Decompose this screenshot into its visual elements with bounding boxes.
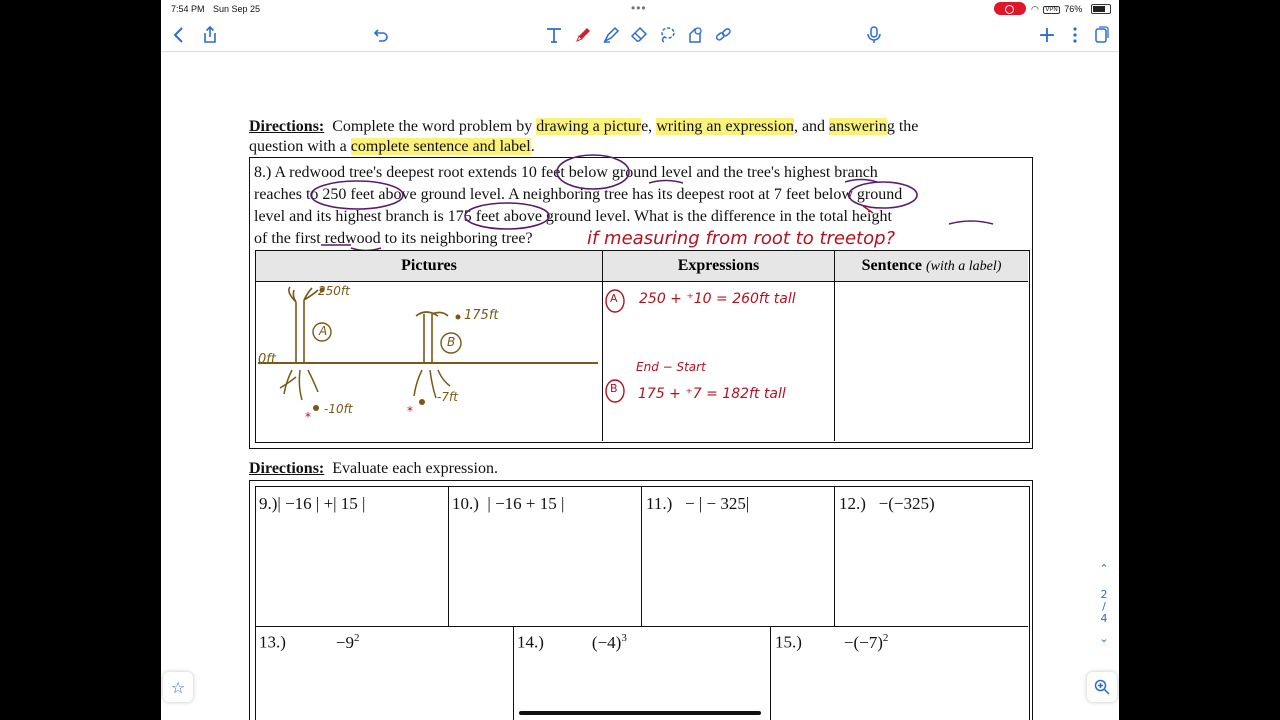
problem-expression: −(−325) bbox=[878, 494, 935, 513]
problem-number: 12.) bbox=[839, 494, 866, 513]
note-top-a: 250ft bbox=[318, 284, 350, 298]
battery-icon bbox=[1091, 4, 1111, 14]
tree-drawing: * * bbox=[258, 286, 598, 424]
problem-base: −(−7) bbox=[843, 632, 883, 652]
worksheet-page[interactable]: Directions: Complete the word problem by… bbox=[161, 52, 1119, 720]
screen-record-icon[interactable] bbox=[994, 2, 1026, 15]
note-ground: 0ft bbox=[258, 352, 276, 367]
header-sentence-label: Sentence bbox=[861, 257, 922, 274]
vpn-badge: VPN bbox=[1043, 6, 1060, 14]
directions-2-text: Evaluate each expression. bbox=[332, 460, 498, 477]
column-divider bbox=[834, 251, 835, 441]
multitask-dots-icon[interactable]: ••• bbox=[631, 1, 647, 15]
problem-12: 12.) −(−325) bbox=[839, 494, 935, 514]
toolbar: + bbox=[161, 18, 1119, 52]
problem-expression: | −16 + 15 | bbox=[487, 494, 565, 513]
expression-b: 175 + ⁺7 = 182ft tall bbox=[638, 386, 786, 402]
highlighter-tool-icon[interactable] bbox=[600, 24, 622, 46]
header-expressions: Expressions bbox=[603, 251, 834, 281]
problem-exponent: 3 bbox=[621, 632, 627, 644]
cell-divider bbox=[834, 487, 835, 626]
problem-base: (−4) bbox=[591, 632, 622, 652]
battery-percent: 76% bbox=[1064, 4, 1083, 14]
problem-expression: − | − 325| bbox=[685, 494, 750, 513]
problem-exponent: 2 bbox=[882, 632, 889, 644]
share-icon[interactable] bbox=[199, 24, 221, 46]
header-sentence-suffix: (with a label) bbox=[926, 259, 1002, 274]
problem-number: 13.) bbox=[259, 632, 286, 652]
status-bar: 7:54 PM Sun Sep 25 ••• ◠ VPN 76% bbox=[161, 0, 1119, 18]
cell-divider bbox=[770, 627, 771, 720]
header-sentence: Sentence (with a label) bbox=[835, 251, 1028, 281]
note-top-b: 175ft bbox=[464, 308, 499, 323]
cell-divider bbox=[448, 487, 449, 626]
evaluate-grid-inner bbox=[255, 486, 1030, 720]
mic-icon[interactable] bbox=[863, 24, 885, 46]
cell-divider bbox=[513, 627, 514, 720]
problem-9: 9.)| −16 | +| 15 | bbox=[259, 494, 365, 514]
pages-icon[interactable] bbox=[1090, 24, 1112, 46]
header-pictures: Pictures bbox=[256, 251, 602, 281]
favorite-star-icon[interactable]: ☆ bbox=[163, 672, 193, 702]
problem-15: 15.) −(−7)2 bbox=[775, 632, 888, 653]
directions-2-label: Directions: bbox=[249, 460, 325, 477]
link-tool-icon[interactable] bbox=[712, 24, 734, 46]
page-total: 4 bbox=[1100, 612, 1108, 625]
shape-tool-icon[interactable] bbox=[684, 24, 706, 46]
pen-tool-icon[interactable] bbox=[572, 24, 594, 46]
note-bottom-b: -7ft bbox=[437, 390, 458, 404]
problem-10: 10.) | −16 + 15 | bbox=[452, 494, 564, 514]
problem-number: 9.) bbox=[259, 494, 278, 513]
row-divider bbox=[256, 626, 1028, 627]
app-window: 7:54 PM Sun Sep 25 ••• ◠ VPN 76% + Direc… bbox=[161, 0, 1119, 720]
zoom-icon[interactable] bbox=[1087, 672, 1117, 702]
problem-exponent: 2 bbox=[354, 632, 360, 644]
page-up-icon[interactable]: ⌃ bbox=[1097, 562, 1111, 575]
problem-number: 11.) bbox=[646, 494, 673, 513]
back-icon[interactable] bbox=[168, 24, 190, 46]
status-date: Sun Sep 25 bbox=[213, 4, 261, 14]
directions-2: Directions: Evaluate each expression. bbox=[249, 460, 498, 478]
note-label-a: A bbox=[319, 324, 328, 338]
lasso-tool-icon[interactable] bbox=[656, 24, 678, 46]
problem-number: 14.) bbox=[517, 632, 544, 652]
problem-11: 11.) − | − 325| bbox=[646, 494, 749, 514]
page-down-icon[interactable]: ⌄ bbox=[1097, 632, 1111, 645]
expr-label-a: A bbox=[610, 292, 618, 305]
svg-text:*: * bbox=[305, 410, 311, 424]
home-indicator[interactable] bbox=[519, 711, 761, 715]
note-bottom-a: -10ft bbox=[324, 402, 353, 416]
problem-base: −9 bbox=[335, 632, 355, 652]
expression-a: 250 + ⁺10 = 260ft tall bbox=[639, 291, 796, 307]
note-label-b: B bbox=[447, 335, 456, 349]
more-icon[interactable] bbox=[1064, 24, 1086, 46]
status-indicators: ◠ VPN 76% bbox=[1031, 4, 1082, 15]
page-indicator: 2 / 4 bbox=[1097, 589, 1111, 625]
add-icon[interactable]: + bbox=[1036, 23, 1058, 48]
cell-divider bbox=[641, 487, 642, 626]
expr-label-b: B bbox=[610, 382, 618, 395]
problem-number: 15.) bbox=[775, 632, 802, 652]
text-tool-icon[interactable] bbox=[543, 24, 565, 46]
problem-14: 14.) (−4)3 bbox=[517, 632, 627, 653]
problem-number: 10.) bbox=[452, 494, 479, 513]
svg-text:*: * bbox=[407, 404, 413, 418]
status-time: 7:54 PM bbox=[171, 4, 205, 14]
wifi-icon: ◠ bbox=[1031, 4, 1039, 14]
problem-expression: | −16 | +| 15 | bbox=[277, 494, 366, 513]
problem-13: 13.) −92 bbox=[259, 632, 360, 653]
eraser-tool-icon[interactable] bbox=[628, 24, 650, 46]
expression-note: End − Start bbox=[636, 360, 706, 374]
undo-icon[interactable] bbox=[370, 24, 392, 46]
